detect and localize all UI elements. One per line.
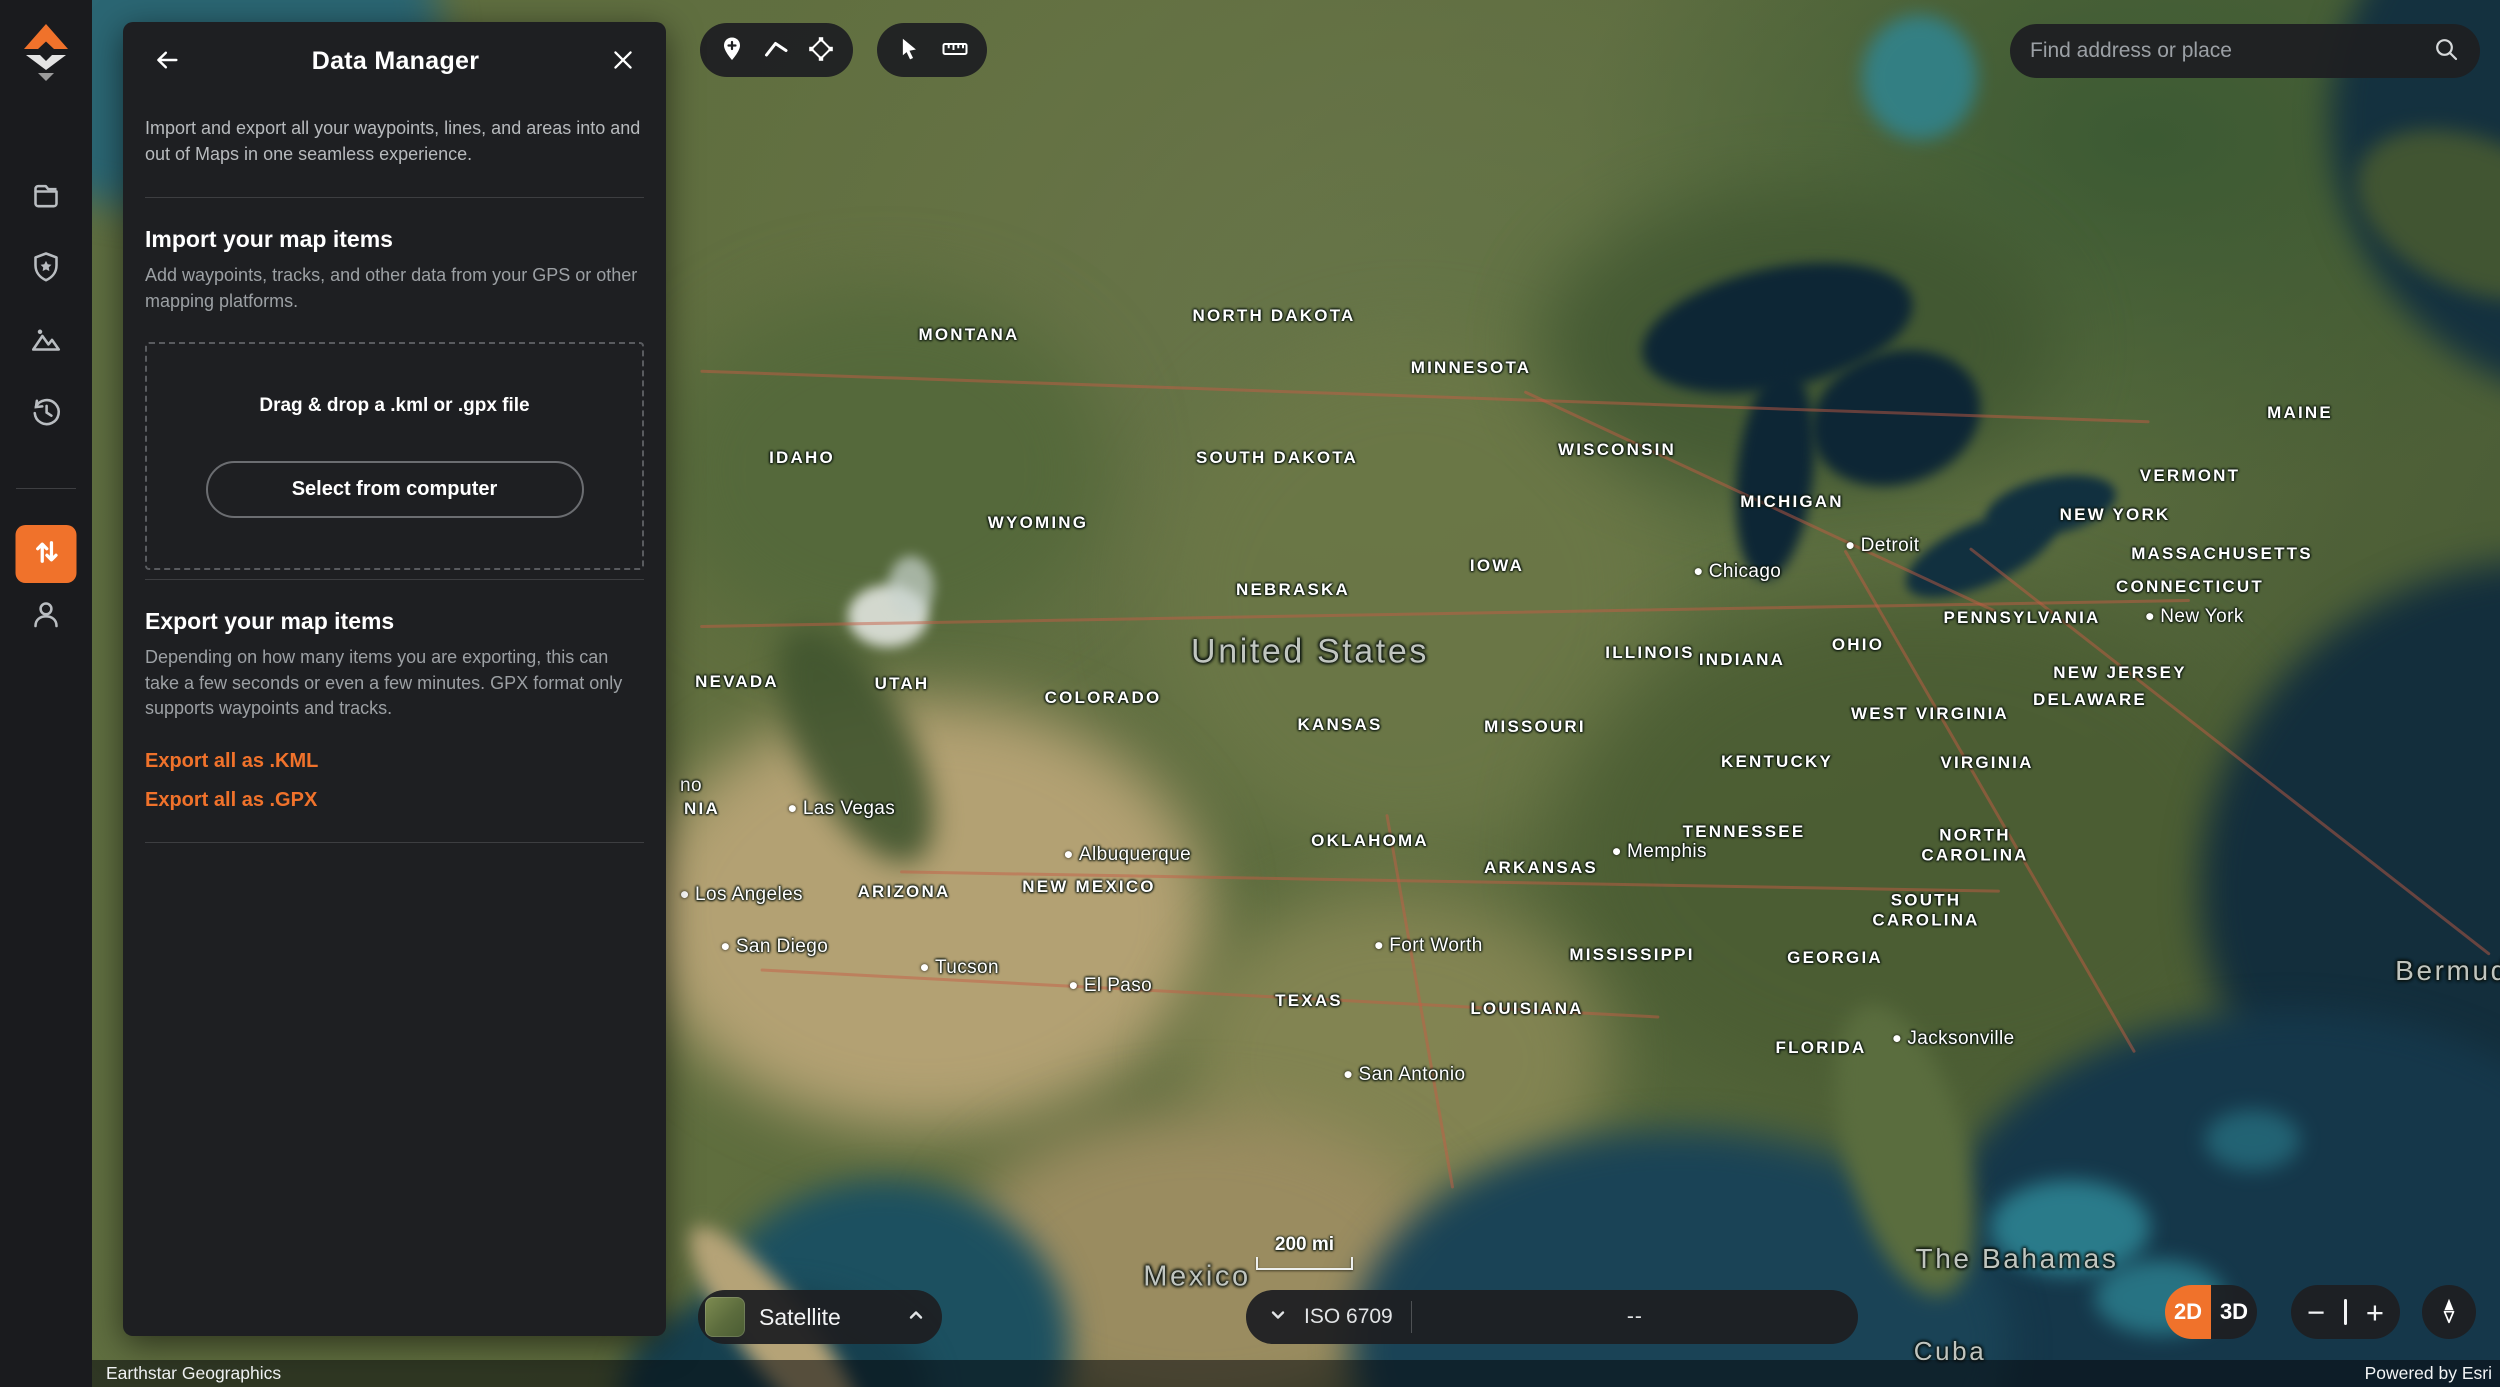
terrain-patch xyxy=(888,556,934,618)
cursor-icon xyxy=(894,35,922,66)
close-button[interactable] xyxy=(606,43,640,80)
map-state-label: COLORADO xyxy=(1045,688,1162,708)
zoom-out-button[interactable]: − xyxy=(2307,1297,2325,1328)
app-root: MONTANANORTH DAKOTAMINNESOTAIDAHOWYOMING… xyxy=(0,0,2500,1387)
export-heading: Export your map items xyxy=(145,608,644,635)
map-state-label: VERMONT xyxy=(2140,466,2240,486)
map-state-label: NEVADA xyxy=(695,672,779,692)
history-icon xyxy=(28,393,64,434)
search-bar xyxy=(2010,24,2480,78)
sidebar-item-membership[interactable] xyxy=(18,241,74,297)
zoom-divider xyxy=(2344,1299,2347,1325)
coordinate-format-label: ISO 6709 xyxy=(1304,1305,1393,1329)
city-dot xyxy=(1695,569,1702,576)
data-manager-panel: Data Manager Import and export all your … xyxy=(123,22,666,1336)
import-export-icon xyxy=(29,535,63,574)
section-divider xyxy=(145,842,644,843)
back-button[interactable] xyxy=(149,42,185,81)
chevron-up-icon xyxy=(904,1303,928,1332)
account-icon xyxy=(28,596,64,637)
select-from-computer-button[interactable]: Select from computer xyxy=(206,461,584,518)
onx-logo[interactable] xyxy=(18,20,74,87)
sidebar-item-data-manager[interactable] xyxy=(16,525,77,583)
draw-line-button[interactable] xyxy=(759,32,793,69)
compass-needle-icon xyxy=(2434,1295,2464,1330)
chevron-down-icon xyxy=(1266,1303,1290,1332)
attribution-right: Powered by Esri xyxy=(2365,1363,2492,1384)
zoom-in-button[interactable]: + xyxy=(2366,1297,2384,1328)
draw-area-button[interactable] xyxy=(804,32,838,69)
import-description: Add waypoints, tracks, and other data fr… xyxy=(145,263,644,314)
city-dot xyxy=(2146,614,2153,621)
export-gpx-link[interactable]: Export all as .GPX xyxy=(145,789,644,812)
section-divider xyxy=(145,579,644,580)
panel-body: Import and export all your waypoints, li… xyxy=(123,116,666,843)
search-icon[interactable] xyxy=(2432,35,2460,68)
add-waypoint-icon xyxy=(717,34,747,67)
ocean-patch xyxy=(2205,1110,2300,1170)
attribution-left: Earthstar Geographics xyxy=(106,1363,281,1384)
panel-title: Data Manager xyxy=(185,47,606,76)
zoom-controls: − + xyxy=(2291,1285,2400,1339)
dropzone-label: Drag & drop a .kml or .gpx file xyxy=(259,395,529,417)
sidebar-divider xyxy=(16,488,76,489)
app-sidebar xyxy=(0,0,92,1387)
sidebar-item-map-library[interactable] xyxy=(18,170,74,226)
export-description: Depending on how many items you are expo… xyxy=(145,645,644,722)
file-dropzone[interactable]: Drag & drop a .kml or .gpx file Select f… xyxy=(145,342,644,570)
search-input[interactable] xyxy=(2030,39,2432,63)
basemap-thumbnail xyxy=(705,1297,745,1337)
measure-tool-button[interactable] xyxy=(938,32,972,69)
sidebar-item-terrain[interactable] xyxy=(18,313,74,369)
map-state-label: NORTH DAKOTA xyxy=(1192,306,1355,326)
draw-area-icon xyxy=(806,34,836,67)
basemap-selector[interactable]: Satellite xyxy=(698,1290,942,1344)
map-state-label: MASSACHUSETTS xyxy=(2131,544,2313,564)
import-heading: Import your map items xyxy=(145,226,644,253)
map-attribution: Earthstar Geographics Powered by Esri xyxy=(92,1360,2500,1387)
terrain-patch xyxy=(640,700,1210,1130)
ocean-patch xyxy=(1990,1180,2150,1275)
ocean-patch xyxy=(1862,15,1977,140)
section-divider xyxy=(145,197,644,198)
panel-header: Data Manager xyxy=(123,22,666,100)
sidebar-item-account[interactable] xyxy=(18,588,74,644)
compass-button[interactable] xyxy=(2422,1285,2476,1339)
back-arrow-icon xyxy=(153,46,181,77)
mountains-icon xyxy=(28,321,64,362)
coordinate-value: -- xyxy=(1412,1305,1858,1329)
map-library-icon xyxy=(28,178,64,219)
select-toolbar xyxy=(877,23,987,77)
shield-star-icon xyxy=(28,249,64,290)
view-2d-button[interactable]: 2D xyxy=(2165,1285,2211,1339)
export-kml-link[interactable]: Export all as .KML xyxy=(145,750,644,773)
map-city-label: New York xyxy=(2146,606,2243,628)
panel-intro-text: Import and export all your waypoints, li… xyxy=(145,116,644,167)
map-state-label: MAINE xyxy=(2267,403,2333,423)
cursor-tool-button[interactable] xyxy=(892,33,924,68)
view-mode-toggle: 2D 3D xyxy=(2165,1285,2257,1339)
basemap-label: Satellite xyxy=(759,1304,841,1331)
sidebar-item-history[interactable] xyxy=(18,385,74,441)
measure-icon xyxy=(940,34,970,67)
coordinate-readout[interactable]: ISO 6709 -- xyxy=(1246,1290,1858,1344)
draw-line-icon xyxy=(761,34,791,67)
map-state-label: CONNECTICUT xyxy=(2116,577,2264,597)
add-waypoint-button[interactable] xyxy=(715,32,749,69)
draw-toolbar xyxy=(700,23,853,77)
close-icon xyxy=(610,47,636,76)
